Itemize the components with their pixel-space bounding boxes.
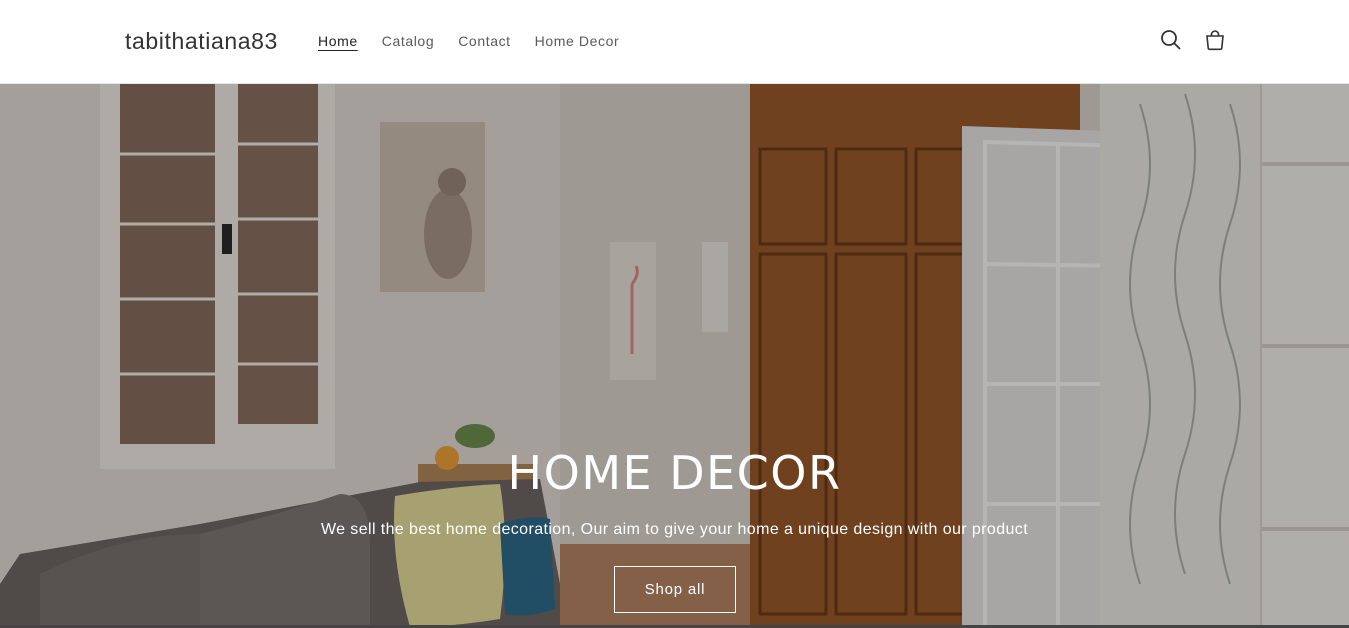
main-nav: Home Catalog Contact Home Decor (318, 33, 619, 49)
search-icon[interactable] (1159, 28, 1183, 52)
cart-icon[interactable] (1203, 28, 1227, 52)
nav-catalog[interactable]: Catalog (382, 33, 434, 49)
nav-home-decor[interactable]: Home Decor (535, 33, 620, 49)
hero-banner: HOME DECOR We sell the best home decorat… (0, 84, 1349, 628)
site-header: tabithatiana83 Home Catalog Contact Home… (0, 0, 1349, 84)
hero-title: HOME DECOR (507, 446, 842, 500)
store-logo[interactable]: tabithatiana83 (125, 28, 278, 55)
nav-home[interactable]: Home (318, 33, 358, 49)
hero-subtitle: We sell the best home decoration, Our ai… (320, 521, 1029, 538)
nav-contact[interactable]: Contact (458, 33, 510, 49)
hero-overlay (0, 84, 1349, 628)
shop-all-button[interactable]: Shop all (614, 566, 736, 613)
